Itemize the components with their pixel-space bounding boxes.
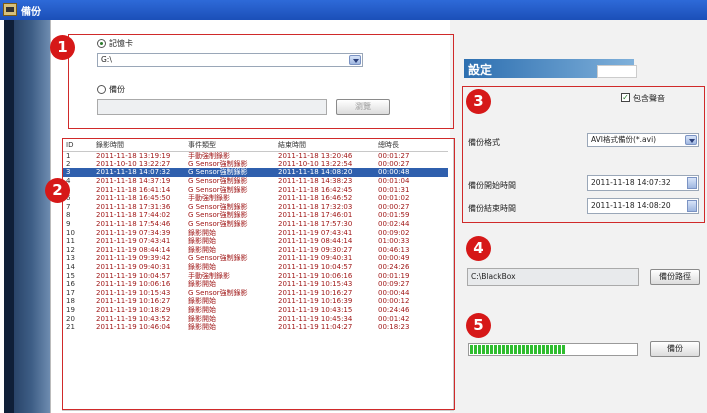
- end-time-label: 備份結束時間: [468, 204, 516, 213]
- format-select[interactable]: AVI格式備份(*.avi): [587, 133, 699, 147]
- chevron-down-icon[interactable]: [685, 135, 697, 145]
- backup-progress-bar: [468, 343, 638, 356]
- start-time-value: 2011-11-18 14:07:32: [591, 178, 671, 187]
- end-time-value: 2011-11-18 14:08:20: [591, 201, 671, 210]
- radio-memory-card-indicator[interactable]: [97, 39, 106, 48]
- card-drive-value: G:\: [101, 55, 112, 64]
- radio-backup-indicator[interactable]: [97, 85, 106, 94]
- spinner-icon[interactable]: [687, 200, 697, 212]
- settings-title: 設定: [468, 63, 493, 77]
- left-decoration-strip: [4, 20, 50, 413]
- card-drive-select[interactable]: G:\: [97, 53, 363, 67]
- output-path-field[interactable]: C:\BlackBox: [467, 268, 639, 286]
- format-value: AVI格式備份(*.avi): [591, 135, 657, 144]
- annotation-badge-3: 3: [466, 89, 491, 114]
- include-audio-label: 包含聲音: [633, 94, 665, 103]
- annotation-box-2: [62, 138, 455, 410]
- backup-path-field[interactable]: [97, 99, 327, 115]
- window-title: 備份: [21, 7, 41, 18]
- title-bar[interactable]: 備份: [0, 0, 707, 20]
- annotation-badge-4: 4: [466, 236, 491, 261]
- backup-button[interactable]: 備份: [650, 341, 700, 357]
- radio-backup-label: 備份: [109, 85, 125, 94]
- app-icon: [3, 3, 17, 16]
- annotation-badge-2: 2: [45, 178, 70, 203]
- include-audio-checkbox[interactable]: ✓: [621, 93, 630, 102]
- spinner-icon[interactable]: [687, 177, 697, 189]
- annotation-badge-5: 5: [466, 313, 491, 338]
- start-time-input[interactable]: 2011-11-18 14:07:32: [587, 175, 699, 191]
- end-time-input[interactable]: 2011-11-18 14:08:20: [587, 198, 699, 214]
- start-time-label: 備份開始時間: [468, 181, 516, 190]
- backup-path-button[interactable]: 備份路徑: [650, 269, 700, 285]
- browse-button[interactable]: 瀏覽: [336, 99, 390, 115]
- chevron-down-icon[interactable]: [349, 55, 361, 65]
- settings-header-tab: [597, 65, 637, 78]
- backup-progress-fill: [470, 345, 567, 354]
- radio-backup[interactable]: 備份: [97, 84, 125, 95]
- radio-memory-card[interactable]: 記憶卡: [97, 38, 133, 49]
- format-label: 備份格式: [468, 138, 500, 147]
- annotation-badge-1: 1: [50, 35, 75, 60]
- radio-memory-card-label: 記憶卡: [109, 39, 133, 48]
